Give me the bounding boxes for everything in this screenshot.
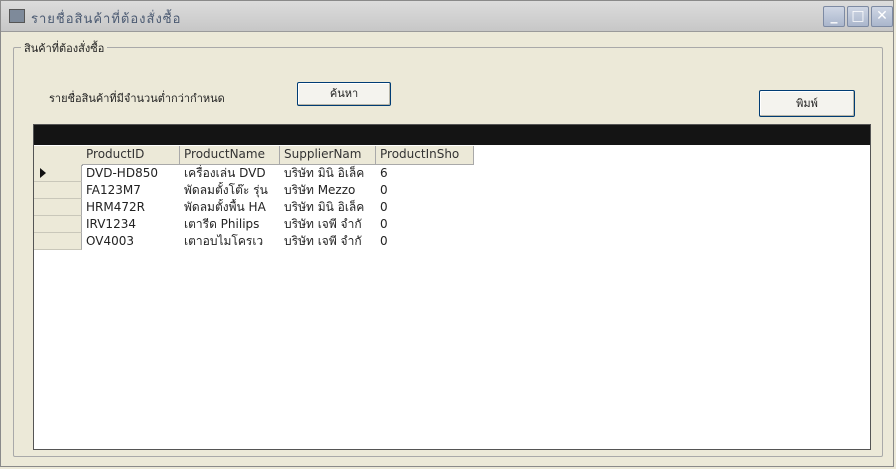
row-header[interactable]: [34, 165, 82, 182]
app-window: รายชื่อสินค้าที่ต้องสั่งซื้อ _ □ ✕ สินค้…: [0, 0, 894, 467]
print-button[interactable]: พิมพ์: [759, 90, 855, 117]
cell-productname[interactable]: พัดลมตั้งพื้น HA: [180, 199, 280, 216]
cell-productname[interactable]: พัดลมตั้งโต๊ะ รุ่น: [180, 182, 280, 199]
column-header-productid[interactable]: ProductID: [82, 146, 180, 165]
low-stock-caption: รายชื่อสินค้าที่มีจำนวนต่ำกว่ากำหนด: [49, 92, 225, 105]
products-datagrid[interactable]: ProductID ProductName SupplierNam Produc…: [33, 124, 871, 450]
search-button[interactable]: ค้นหา: [297, 82, 391, 106]
cell-productinshop[interactable]: 0: [376, 233, 474, 250]
cell-productinshop[interactable]: 0: [376, 199, 474, 216]
grid-corner-header: [34, 146, 83, 166]
cell-suppliername[interactable]: บริษัท มินิ อิเล็ค: [280, 165, 376, 182]
row-header[interactable]: [34, 233, 82, 250]
cell-productname[interactable]: เตารีด Philips: [180, 216, 280, 233]
column-header-productname[interactable]: ProductName: [180, 146, 280, 165]
cell-productid[interactable]: DVD-HD850: [82, 165, 180, 182]
groupbox-label: สินค้าที่ต้องสั่งซื้อ: [21, 39, 108, 57]
cell-suppliername[interactable]: บริษัท เจพี จำกั: [280, 233, 376, 250]
title-bar[interactable]: รายชื่อสินค้าที่ต้องสั่งซื้อ _ □ ✕: [1, 1, 893, 32]
maximize-button[interactable]: □: [847, 6, 869, 27]
cell-productid[interactable]: OV4003: [82, 233, 180, 250]
row-header[interactable]: [34, 182, 82, 199]
window-title: รายชื่อสินค้าที่ต้องสั่งซื้อ: [31, 12, 182, 27]
cell-productid[interactable]: FA123M7: [82, 182, 180, 199]
row-header[interactable]: [34, 199, 82, 216]
column-header-productinshop[interactable]: ProductInSho: [376, 146, 474, 165]
cell-productinshop[interactable]: 0: [376, 216, 474, 233]
cell-suppliername[interactable]: บริษัท Mezzo: [280, 182, 376, 199]
close-button[interactable]: ✕: [871, 6, 893, 27]
cell-suppliername[interactable]: บริษัท เจพี จำกั: [280, 216, 376, 233]
column-header-suppliername[interactable]: SupplierNam: [280, 146, 376, 165]
cell-productname[interactable]: เตาอบไมโครเว: [180, 233, 280, 250]
cell-productinshop[interactable]: 0: [376, 182, 474, 199]
app-icon: [9, 9, 25, 23]
cell-suppliername[interactable]: บริษัท มินิ อิเล็ค: [280, 199, 376, 216]
row-header[interactable]: [34, 216, 82, 233]
cell-productinshop[interactable]: 6: [376, 165, 474, 182]
cell-productid[interactable]: IRV1234: [82, 216, 180, 233]
minimize-button[interactable]: _: [823, 6, 845, 27]
grid-caption-bar: [34, 125, 870, 145]
current-row-arrow-icon: [40, 168, 46, 178]
cell-productid[interactable]: HRM472R: [82, 199, 180, 216]
cell-productname[interactable]: เครื่องเล่น DVD: [180, 165, 280, 182]
